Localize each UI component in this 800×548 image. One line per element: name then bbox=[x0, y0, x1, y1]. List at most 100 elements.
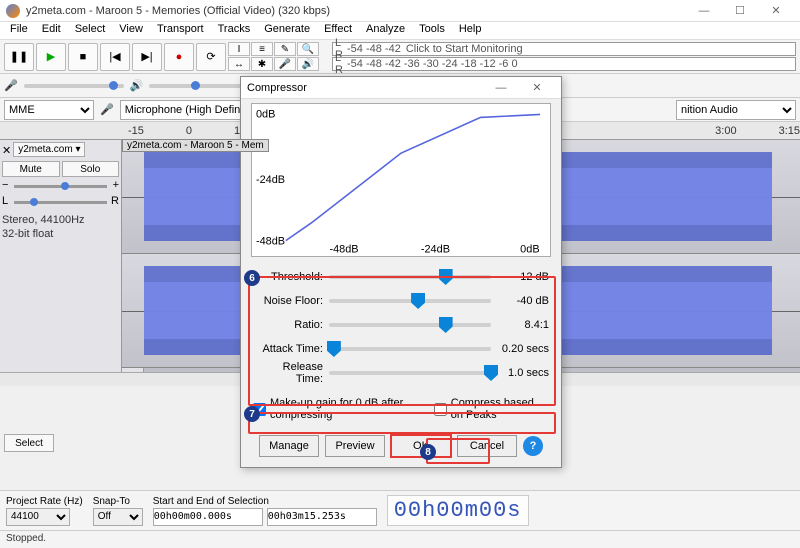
project-rate-label: Project Rate (Hz) bbox=[6, 496, 83, 507]
recording-meter[interactable]: LR-54 -48 -42 Click to Start Monitoring bbox=[332, 42, 796, 56]
dialog-minimize[interactable]: — bbox=[483, 78, 519, 98]
track-format-info: Stereo, 44100Hz32-bit float bbox=[2, 213, 119, 242]
track-control-panel: ✕y2meta.com ▾ Mute Solo −+ LR Stereo, 44… bbox=[0, 140, 122, 372]
mic-icon: 🎤 bbox=[4, 79, 18, 92]
slider-label: Noise Floor: bbox=[253, 295, 323, 307]
compressor-transfer-chart: 0dB -24dB -48dB -48dB -24dB 0dB bbox=[251, 103, 551, 257]
timeshift-tool-icon[interactable]: ↔ bbox=[228, 57, 250, 71]
chart-y-tick-0: 0dB bbox=[256, 108, 275, 120]
slider-track[interactable] bbox=[329, 323, 491, 327]
slider-track[interactable] bbox=[329, 299, 491, 303]
gain-slider[interactable]: −+ bbox=[2, 179, 119, 193]
cancel-button[interactable]: Cancel bbox=[457, 435, 517, 457]
stop-button[interactable]: ■ bbox=[68, 43, 98, 71]
slider-row-ratio: Ratio: 8.4:1 bbox=[253, 313, 549, 337]
slider-value: -40 dB bbox=[497, 295, 549, 307]
ok-button[interactable]: OK bbox=[391, 435, 451, 457]
dialog-title: Compressor bbox=[247, 82, 483, 94]
menu-edit[interactable]: Edit bbox=[36, 22, 67, 39]
chart-x-tick-0: -48dB bbox=[329, 244, 358, 256]
menu-select[interactable]: Select bbox=[69, 22, 112, 39]
window-maximize[interactable]: ☐ bbox=[722, 1, 758, 21]
mute-button[interactable]: Mute bbox=[2, 161, 60, 177]
recording-volume-slider[interactable] bbox=[24, 84, 124, 88]
playback-volume-slider[interactable] bbox=[149, 84, 249, 88]
makeup-gain-checkbox[interactable]: Make-up gain for 0 dB after compressing bbox=[253, 397, 420, 421]
playback-meter[interactable]: LR-54 -48 -42 -36 -30 -24 -18 -12 -6 0 bbox=[332, 57, 796, 71]
zoom-tool-icon[interactable]: 🔍 bbox=[297, 42, 319, 56]
slider-thumb[interactable] bbox=[484, 365, 498, 381]
skip-end-button[interactable]: ▶| bbox=[132, 43, 162, 71]
compress-peaks-checkbox[interactable]: Compress based on Peaks bbox=[434, 397, 549, 421]
envelope-tool-icon[interactable]: ≡ bbox=[251, 42, 273, 56]
preview-button[interactable]: Preview bbox=[325, 435, 385, 457]
mic-level-icon[interactable]: 🎤 bbox=[274, 57, 296, 71]
slider-value: 8.4:1 bbox=[497, 319, 549, 331]
slider-value: 1.0 secs bbox=[497, 367, 549, 379]
menu-help[interactable]: Help bbox=[453, 22, 488, 39]
track-name-dropdown[interactable]: y2meta.com ▾ bbox=[13, 142, 85, 157]
menu-tracks[interactable]: Tracks bbox=[212, 22, 257, 39]
menu-analyze[interactable]: Analyze bbox=[360, 22, 411, 39]
app-icon bbox=[6, 4, 20, 18]
audio-host-select[interactable]: MME bbox=[4, 100, 94, 120]
chart-x-tick-1: -24dB bbox=[421, 244, 450, 256]
window-title: y2meta.com - Maroon 5 - Memories (Offici… bbox=[26, 5, 686, 17]
menu-generate[interactable]: Generate bbox=[258, 22, 316, 39]
slider-row-noisefloor: Noise Floor: -40 dB bbox=[253, 289, 549, 313]
pause-button[interactable]: ❚❚ bbox=[4, 43, 34, 71]
snap-to-select[interactable]: Off bbox=[93, 508, 143, 526]
snap-to-label: Snap-To bbox=[93, 496, 143, 507]
menu-tools[interactable]: Tools bbox=[413, 22, 451, 39]
status-bar: Stopped. bbox=[0, 530, 800, 548]
selection-start-input[interactable] bbox=[153, 508, 263, 526]
track-select-button[interactable]: Select bbox=[4, 434, 54, 452]
tool-palette: I ≡ ✎ 🔍 ↔ ✱ 🎤 🔊 bbox=[228, 42, 324, 71]
loop-button[interactable]: ⟳ bbox=[196, 43, 226, 71]
slider-track[interactable] bbox=[329, 275, 491, 279]
audio-position-display[interactable]: 00h00m00s bbox=[387, 495, 529, 526]
slider-value: 0.20 secs bbox=[497, 343, 549, 355]
pan-slider[interactable]: LR bbox=[2, 195, 119, 209]
solo-button[interactable]: Solo bbox=[62, 161, 120, 177]
slider-label: Threshold: bbox=[253, 271, 323, 283]
slider-thumb[interactable] bbox=[439, 317, 453, 333]
window-close[interactable]: ✕ bbox=[758, 1, 794, 21]
help-button[interactable]: ? bbox=[523, 436, 543, 456]
mic-device-icon: 🎤 bbox=[100, 103, 114, 116]
play-button[interactable]: ▶ bbox=[36, 43, 66, 71]
chart-y-tick-2: -48dB bbox=[256, 236, 285, 248]
multi-tool-icon[interactable]: ✱ bbox=[251, 57, 273, 71]
selection-label: Start and End of Selection bbox=[153, 496, 377, 507]
draw-tool-icon[interactable]: ✎ bbox=[274, 42, 296, 56]
slider-label: Release Time: bbox=[253, 361, 323, 385]
slider-track[interactable] bbox=[329, 371, 491, 375]
chart-x-tick-2: 0dB bbox=[520, 244, 539, 256]
clip-title[interactable]: y2meta.com - Maroon 5 - Mem bbox=[122, 139, 269, 152]
slider-thumb[interactable] bbox=[411, 293, 425, 309]
menu-file[interactable]: File bbox=[4, 22, 34, 39]
slider-thumb[interactable] bbox=[327, 341, 341, 357]
track-close-icon[interactable]: ✕ bbox=[2, 144, 11, 157]
manage-button[interactable]: Manage bbox=[259, 435, 319, 457]
menu-view[interactable]: View bbox=[113, 22, 149, 39]
chart-y-tick-1: -24dB bbox=[256, 174, 285, 186]
skip-start-button[interactable]: |◀ bbox=[100, 43, 130, 71]
speaker-level-icon[interactable]: 🔊 bbox=[297, 57, 319, 71]
slider-label: Attack Time: bbox=[253, 343, 323, 355]
slider-value: -12 dB bbox=[497, 271, 549, 283]
record-button[interactable]: ● bbox=[164, 43, 194, 71]
slider-label: Ratio: bbox=[253, 319, 323, 331]
slider-row-releasetime: Release Time: 1.0 secs bbox=[253, 361, 549, 385]
menubar: File Edit Select View Transport Tracks G… bbox=[0, 22, 800, 40]
slider-thumb[interactable] bbox=[439, 269, 453, 285]
window-minimize[interactable]: — bbox=[686, 1, 722, 21]
selection-tool-icon[interactable]: I bbox=[228, 42, 250, 56]
speaker-icon: 🔊 bbox=[130, 79, 144, 92]
selection-end-input[interactable] bbox=[267, 508, 377, 526]
dialog-close[interactable]: ✕ bbox=[519, 78, 555, 98]
slider-track[interactable] bbox=[329, 347, 491, 351]
playback-device-select[interactable]: nition Audio bbox=[676, 100, 796, 120]
menu-transport[interactable]: Transport bbox=[151, 22, 210, 39]
project-rate-select[interactable]: 44100 bbox=[6, 508, 70, 526]
